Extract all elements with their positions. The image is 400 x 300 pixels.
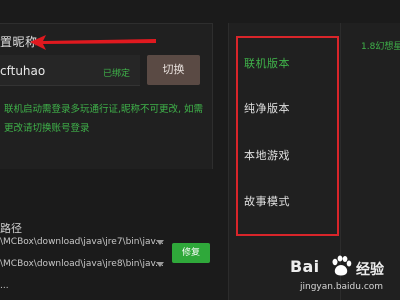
switch-account-button[interactable]: 切换 (147, 55, 200, 85)
bound-status-badge: 已绑定 (103, 69, 131, 79)
account-notice-text: 联机启动需登录多玩通行证,昵称不可更改, 如需更改请切换账号登录 (4, 104, 204, 134)
launcher-settings-window: 置昵称 cftuhao 已绑定 切换 联机启动需登录多玩通行证,昵称不可更改, … (0, 0, 400, 300)
chevron-down-icon[interactable] (156, 260, 164, 268)
mode-item-vanilla[interactable]: 纯净版本 (244, 100, 334, 116)
baidu-logo-text: Bai (290, 257, 320, 276)
java-path-option-more[interactable]: ... (0, 277, 168, 295)
repair-java-button[interactable]: 修复 (172, 243, 210, 263)
jingyan-text: 经验 (356, 262, 384, 278)
mode-item-online[interactable]: 联机版本 (244, 55, 334, 71)
mode-item-local-game[interactable]: 本地游戏 (244, 147, 334, 163)
java-path-option-jre7[interactable]: \MCBox\download\java\jre7\bin\jav... (0, 233, 168, 251)
chevron-down-icon[interactable] (156, 238, 164, 246)
baidu-jingyan-watermark: Bai 经验 jingyan.baidu.com (290, 255, 400, 300)
version-label: 1.8幻想星 (361, 42, 400, 52)
watermark-url: jingyan.baidu.com (300, 282, 384, 292)
java-path-option-jre8[interactable]: \MCBox\download\java\jre8\bin\jav... (0, 255, 168, 273)
username-value: cftuhao (0, 64, 46, 78)
mode-item-story[interactable]: 故事模式 (244, 193, 334, 209)
baidu-paw-icon (332, 255, 352, 276)
annotation-arrow-icon (30, 35, 156, 50)
